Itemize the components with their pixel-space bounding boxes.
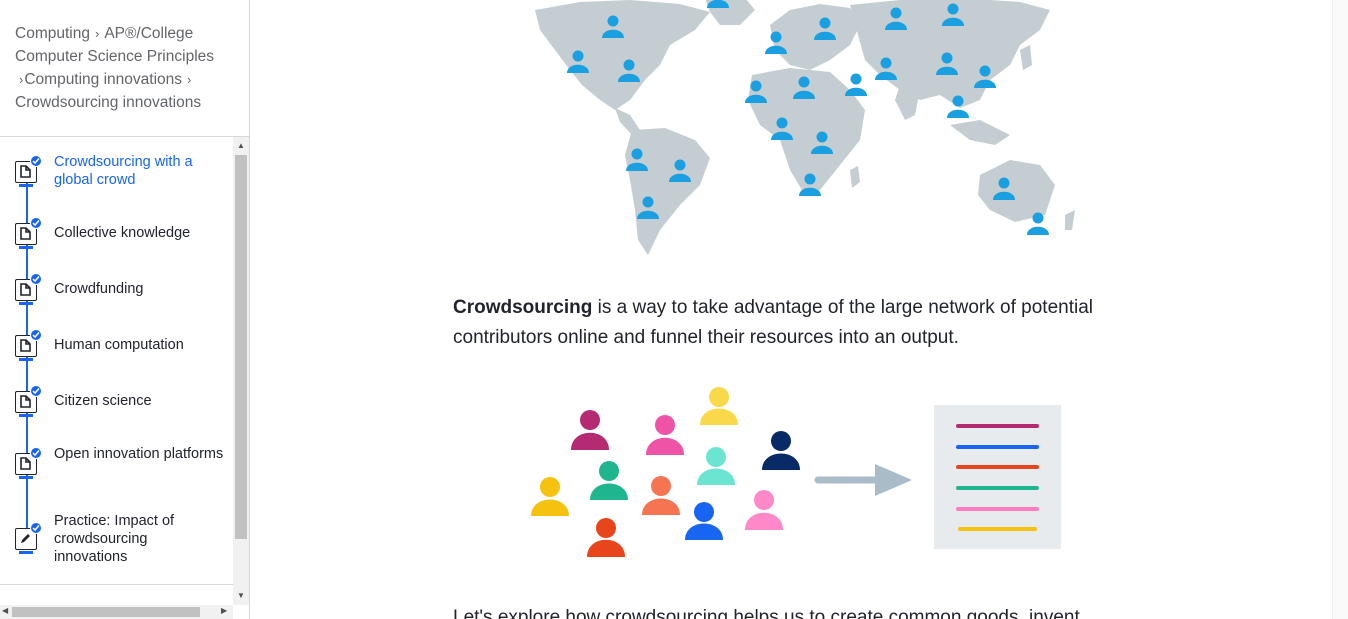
- completed-check-icon: [30, 155, 42, 167]
- breadcrumb-computing[interactable]: Computing: [15, 25, 90, 42]
- sidebar: Computing › AP®︎/College Computer Science …: [0, 0, 250, 619]
- sidebar-item-label: Human computation: [54, 337, 184, 353]
- sidebar-item-label: Crowdfunding: [54, 281, 144, 297]
- scroll-right-arrow-icon[interactable]: ▶: [221, 606, 227, 615]
- sidebar-item-label: Collective knowledge: [54, 225, 191, 241]
- article-content: Crowdsourcing is a way to take advantage…: [250, 0, 1348, 619]
- crowdsourcing-term: Crowdsourcing: [453, 297, 593, 318]
- breadcrumb-separator-icon: ›: [19, 72, 24, 87]
- sidebar-item-label: Open innovation platforms: [54, 446, 224, 462]
- sidebar-item-label: Crowdsourcing with a global crowd: [54, 154, 193, 188]
- completed-check-icon: [30, 447, 42, 459]
- sidebar-item-open-innovation-platforms[interactable]: Open innovation platforms: [0, 434, 232, 490]
- explore-paragraph: Let's explore how crowdsourcing helps us…: [453, 607, 1080, 619]
- breadcrumb-computing-innovations[interactable]: Computing innovations: [24, 71, 182, 88]
- completed-check-icon: [30, 522, 42, 534]
- world-map-illustration: [535, 0, 1075, 255]
- breadcrumb: Computing › AP®︎/College Computer Science …: [15, 22, 237, 114]
- breadcrumb-separator-icon: ›: [94, 26, 100, 41]
- output-document-icon: [934, 405, 1061, 549]
- sidebar-vertical-scrollbar[interactable]: ▲ ▼: [233, 137, 249, 605]
- crowdsourcing-definition-paragraph: Crowdsourcing is a way to take advantage…: [453, 293, 1133, 353]
- scroll-left-arrow-icon[interactable]: ◀: [2, 606, 8, 615]
- completed-check-icon: [30, 329, 42, 341]
- arrow-right-icon: [814, 464, 912, 496]
- sidebar-item-crowdsourcing-global-crowd[interactable]: Crowdsourcing with a global crowd: [0, 150, 232, 200]
- sidebar-horizontal-scrollbar[interactable]: ◀ ▶: [0, 605, 233, 619]
- completed-check-icon: [30, 273, 42, 285]
- sidebar-item-label: Citizen science: [54, 393, 152, 409]
- sidebar-bottom-divider: [0, 584, 233, 585]
- sidebar-item-collective-knowledge[interactable]: Collective knowledge: [0, 210, 232, 256]
- colorful-people-icons: [531, 387, 800, 557]
- breadcrumb-separator-icon: ›: [187, 72, 192, 87]
- scrollbar-thumb[interactable]: [235, 155, 247, 539]
- sidebar-item-crowdfunding[interactable]: Crowdfunding: [0, 266, 232, 312]
- scroll-down-arrow-icon[interactable]: ▼: [237, 591, 245, 600]
- breadcrumb-crowdsourcing-innovations[interactable]: Crowdsourcing innovations: [15, 94, 201, 111]
- completed-check-icon: [30, 385, 42, 397]
- sidebar-item-human-computation[interactable]: Human computation: [0, 322, 232, 368]
- sidebar-item-citizen-science[interactable]: Citizen science: [0, 378, 232, 424]
- page-vertical-scrollbar[interactable]: [1332, 0, 1348, 619]
- scrollbar-thumb[interactable]: [12, 607, 200, 617]
- completed-check-icon: [30, 217, 42, 229]
- sidebar-item-label: Practice: Impact of crowdsourcing innova…: [54, 513, 175, 565]
- sidebar-divider: [0, 136, 249, 137]
- crowd-to-output-illustration: [531, 387, 1061, 557]
- scroll-up-arrow-icon[interactable]: ▲: [237, 141, 245, 150]
- sidebar-item-practice-impact[interactable]: Practice: Impact of crowdsourcing innova…: [0, 505, 232, 575]
